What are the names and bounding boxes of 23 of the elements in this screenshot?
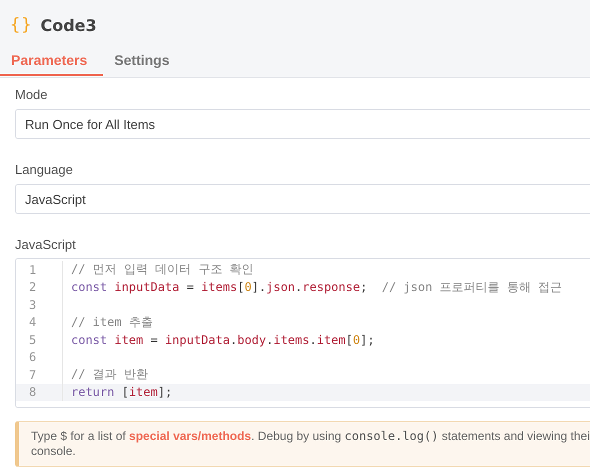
code-line: const inputData = items[0].json.response; // json 프로퍼티를 통해 접근 [70, 278, 562, 296]
line-number: 5 [16, 331, 63, 348]
field-label: Language [15, 162, 74, 177]
select-field[interactable]: JavaScript [15, 184, 590, 214]
code-line: // item 추출 [70, 314, 153, 331]
code-line: // 결과 반환 [70, 366, 148, 384]
node-title: Code3 [40, 16, 97, 34]
field-label: JavaScript [15, 237, 77, 252]
hint-text: Type $ for a list of special vars/methods. Debug by using console.log() statements and viewing thei console. [31, 429, 590, 459]
code-line: // 먼저 입력 데이터 구조 확인 [70, 261, 254, 278]
select-field[interactable]: Run Once for All Items [15, 109, 590, 139]
code-line: return [item]; [70, 385, 172, 400]
code-braces-icon: {} [10, 15, 32, 35]
line-number: 3 [16, 296, 63, 314]
line-number: 8 [16, 384, 63, 401]
field-label: Mode [15, 87, 49, 102]
line-number: 1 [16, 261, 63, 278]
tab[interactable]: Settings [103, 52, 186, 76]
line-number: 2 [16, 278, 63, 296]
line-number: 4 [16, 314, 63, 331]
code-editor[interactable]: 1 // 먼저 입력 데이터 구조 확인 2 const inputData = items[0].json.response; // json 프로퍼티를 통해 접근 3 4 // item 추출 5 const item = inputData.body.items.item[0]; 6 7 // 결과 반환 8 return [item]; [15, 258, 590, 408]
code-line: const item = inputData.body.items.item[0]; [70, 332, 375, 347]
line-number: 6 [16, 348, 63, 366]
